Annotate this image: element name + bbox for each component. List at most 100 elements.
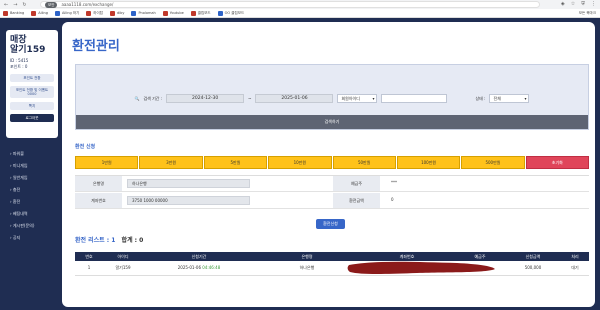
amount-button-10k[interactable]: 1만원 [75,156,139,169]
search-icon: 🔍 [134,96,140,101]
coupon-button[interactable]: 포인트 전환 및 이벤트 0000 [10,86,54,98]
sidebar-item-board[interactable]: › 게시판(문의) [10,220,62,232]
bookmark-favicon-icon [3,10,8,16]
period-label: 검색 기간 : [143,95,163,101]
bookmark-item[interactable]: 하이탑 [86,10,103,16]
status-select[interactable]: 전체 [489,94,530,103]
user-name-line1: 매장 [10,35,27,45]
user-name-line2: 알기159 [10,45,46,55]
date-separator: ~ [248,96,252,101]
table-row[interactable]: 1 알기159 2025-01-06 04:46:48 하나은행 500,000… [75,261,589,276]
bookmarks-bar: Banking Ailing Ailing 하기 하이탑 diby Pnolom… [0,9,600,18]
sidebar-item-exchange[interactable]: › 환전 [10,196,62,208]
sidebar-item-bet-history[interactable]: › 베팅내역 [10,208,62,220]
logout-button[interactable]: 로그아웃 [10,114,54,122]
redaction-mark [347,261,495,274]
list-total: 합계 : 0 [121,237,144,244]
search-button[interactable]: 검색하기 [76,115,588,129]
amount-button-1m[interactable]: 100만원 [396,156,461,169]
col-id: 아이디 [103,252,143,261]
shield-icon[interactable]: ⛨ [581,1,585,7]
amount-button-30k[interactable]: 3만원 [139,156,203,169]
info-row: 계좌번호 3750 1000 00000 환전금액 0 [75,193,589,209]
bookmark-item[interactable]: Banking [3,10,24,16]
reload-icon[interactable]: ↻ [22,2,26,8]
bookmark-item[interactable]: Youtube [162,10,184,16]
amount-value: 0 [391,197,394,202]
bank-value: 하나은행 [127,179,250,188]
holder-label: 예금주 [333,176,380,191]
cell-no: 1 [75,261,103,276]
bookmark-item[interactable]: diby [109,10,124,16]
account-value: 3750 1000 00000 [127,196,250,205]
address-bar[interactable]: 보안 aaaa1118.com/exchange/ [40,1,540,8]
account-label: 계좌번호 [75,193,122,208]
cell-bank: 하나은행 [255,261,359,276]
menu-icon[interactable]: ⋮ [591,1,596,7]
col-bank: 은행명 [255,252,359,261]
amount-buttons: 1만원 3만원 5만원 10만원 50만원 100만원 500만원 초기화 [75,156,589,169]
profile-card: 매장 알기159 ID : 5415 포인트 : 0 포인트 전환 포인트 전환… [6,30,58,138]
holder-value: *** [391,180,397,185]
keyword-input[interactable] [381,94,448,103]
exchange-submit-button[interactable]: 환전신청 [316,219,345,229]
amount-button-500k[interactable]: 50만원 [332,156,396,169]
search-row: 🔍 검색 기간 : 2024-12-30 ~ 2025-01-06 회원아이디 … [76,94,588,103]
forward-icon[interactable]: → [13,2,17,8]
star-icon[interactable]: ☆ [571,1,575,7]
sidebar-item-general[interactable]: › 일반게임 [10,172,62,184]
search-panel: 🔍 검색 기간 : 2024-12-30 ~ 2025-01-06 회원아이디 … [75,64,589,130]
notice-button[interactable]: 쪽지 [10,102,54,110]
date-to-input[interactable]: 2025-01-06 [255,94,334,103]
cell-status: 대기 [561,261,589,276]
extension-icon[interactable]: ◈ [561,1,565,7]
list-title: 환전 리스트 : 1 합계 : 0 [75,235,143,244]
bookmark-favicon-icon [190,10,196,16]
browser-actions: ◈ ☆ ⛨ ⋮ [561,1,596,7]
col-status: 처리 [561,252,589,261]
back-icon[interactable]: ← [4,2,8,8]
col-date: 신청기간 [143,252,255,261]
amount-button-100k[interactable]: 10만원 [268,156,332,169]
bookmark-item[interactable]: Ailing [31,10,48,16]
sidebar-item-powerball[interactable]: › 파워볼 [10,148,62,160]
page-title: 환전관리 [72,39,120,54]
cell-time: 04:46:48 [202,265,221,271]
user-points: 포인트 : 0 [10,64,28,69]
section-title: 환전 신청 [75,144,96,150]
bookmark-item[interactable]: OO 클립보드 [217,10,244,16]
bookmark-favicon-icon [31,10,37,16]
cell-date: 2025-01-06 04:46:48 [143,261,255,276]
bookmark-favicon-icon [86,10,92,16]
table-header: 번호 아이디 신청기간 은행명 계좌번호 예금주 신청금액 처리 [75,252,589,261]
bookmark-favicon-icon [217,10,223,16]
cell-amount: 500,000 [505,261,561,276]
bookmark-item[interactable]: Pnolomah [131,10,156,16]
info-row: 은행명 하나은행 예금주 *** [75,176,589,192]
bookmark-favicon-icon [109,10,115,16]
col-no: 번호 [75,252,103,261]
date-from-input[interactable]: 2024-12-30 [166,94,245,103]
field-select[interactable]: 회원아이디 [337,94,378,103]
sidebar-item-minigame[interactable]: › 미니게임 [10,160,62,172]
list-count: 환전 리스트 : 1 [75,237,116,244]
secure-badge: 보안 [45,2,58,8]
reset-button[interactable]: 초기화 [525,156,589,169]
bank-label: 은행명 [75,176,122,191]
amount-button-50k[interactable]: 5만원 [203,156,268,169]
main-panel: 환전관리 🔍 검색 기간 : 2024-12-30 ~ 2025-01-06 회… [62,22,595,307]
sidebar-item-deposit[interactable]: › 충전 [10,184,62,196]
bookmark-item[interactable]: Ailing 하기 [54,10,79,16]
sidebar: 매장 알기159 ID : 5415 포인트 : 0 포인트 전환 포인트 전환… [2,24,62,310]
nav-buttons: ← → ↻ [4,2,27,8]
bookmark-favicon-icon [54,10,60,16]
bookmark-item[interactable]: 클립보드 [190,10,211,16]
all-bookmarks-link[interactable]: 모든 북마크 [579,11,596,16]
sidebar-item-notice[interactable]: › 공지 [10,232,62,244]
exchange-table: 번호 아이디 신청기간 은행명 계좌번호 예금주 신청금액 처리 1 알기159… [75,252,589,276]
bookmark-favicon-icon [162,10,168,16]
col-amount: 신청금액 [505,252,561,261]
amount-button-5m[interactable]: 500만원 [461,156,525,169]
sidebar-menu: › 파워볼 › 미니게임 › 일반게임 › 충전 › 환전 › 베팅내역 › 게… [2,148,62,244]
point-convert-button[interactable]: 포인트 전환 [10,74,54,82]
